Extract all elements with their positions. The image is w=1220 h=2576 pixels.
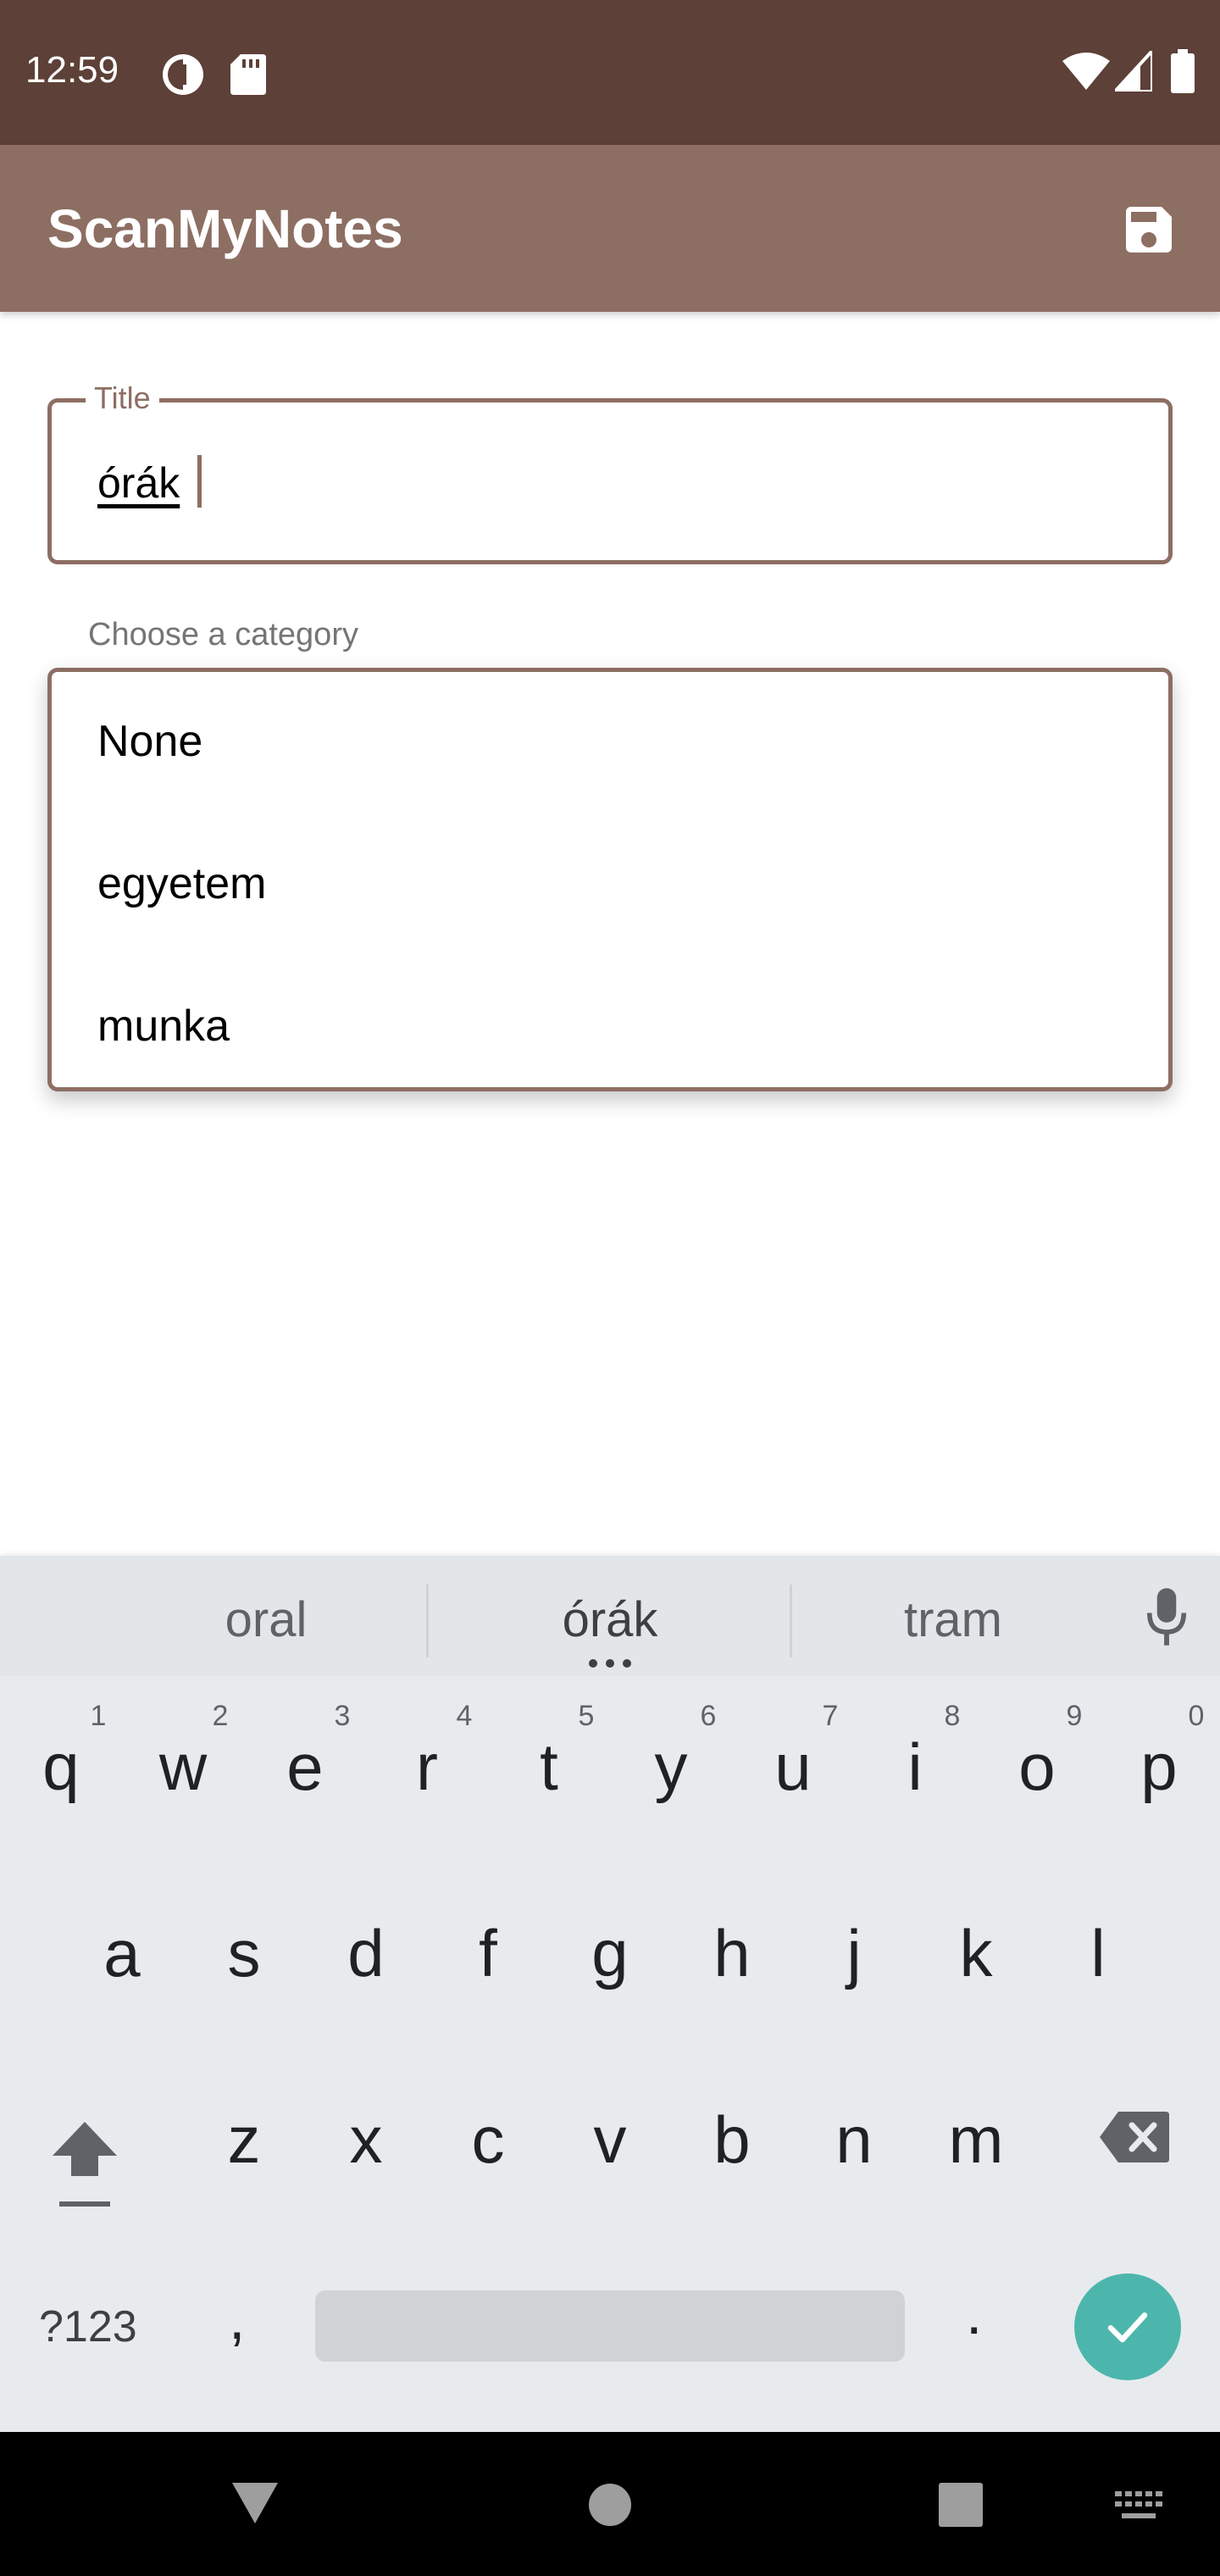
title-input[interactable]: órák <box>97 458 180 508</box>
status-time: 12:59 <box>25 49 119 91</box>
key-hint: 1 <box>90 1700 107 1732</box>
title-field-label: Title <box>86 380 159 416</box>
keyboard-switch-icon[interactable] <box>1115 2491 1162 2522</box>
key-s[interactable]: s <box>228 1915 261 1992</box>
key-hint: 8 <box>944 1700 961 1732</box>
key-a[interactable]: a <box>103 1915 140 1992</box>
symbols-key[interactable]: ?123 <box>39 2301 137 2352</box>
enter-button[interactable] <box>1074 2273 1181 2380</box>
period-key[interactable]: . <box>966 2279 982 2347</box>
suggestion-divider <box>426 1585 429 1657</box>
key-z[interactable]: z <box>228 2101 261 2179</box>
key-p[interactable]: p <box>1140 1729 1177 1806</box>
category-option-egyetem[interactable]: egyetem <box>97 858 266 909</box>
navigation-bar <box>0 2432 1220 2576</box>
suggestion-1[interactable]: oral <box>225 1591 308 1648</box>
shift-icon[interactable] <box>49 2117 120 2210</box>
key-v[interactable]: v <box>594 2101 627 2179</box>
key-w[interactable]: w <box>159 1729 207 1806</box>
title-field[interactable]: Title órák <box>47 380 1173 564</box>
data-saver-icon <box>163 54 203 95</box>
title-input-text: órák <box>97 459 180 507</box>
suggestion-strip: oral órák tram <box>0 1556 1220 1676</box>
app-bar: ScanMyNotes <box>0 145 1220 312</box>
key-e[interactable]: e <box>286 1729 323 1806</box>
microphone-icon[interactable] <box>1144 1586 1190 1647</box>
key-i[interactable]: i <box>907 1729 922 1806</box>
checkmark-icon <box>1107 2312 1148 2343</box>
suggestion-2[interactable]: órák <box>563 1591 658 1648</box>
category-option-none[interactable]: None <box>97 716 202 767</box>
key-g[interactable]: g <box>591 1915 628 1992</box>
key-hint: 7 <box>822 1700 839 1732</box>
key-f[interactable]: f <box>479 1915 497 1992</box>
more-suggestions-icon[interactable] <box>586 1657 634 1669</box>
key-t[interactable]: t <box>540 1729 558 1806</box>
category-dropdown: None egyetem munka <box>47 668 1173 1091</box>
sd-card-icon <box>230 54 266 95</box>
suggestion-divider <box>790 1585 792 1657</box>
key-y[interactable]: y <box>655 1729 688 1806</box>
comma-key[interactable]: , <box>229 2285 245 2352</box>
key-x[interactable]: x <box>350 2101 383 2179</box>
wifi-icon <box>1062 53 1110 90</box>
key-b[interactable]: b <box>713 2101 750 2179</box>
recents-icon[interactable] <box>939 2483 983 2527</box>
text-cursor <box>197 455 202 508</box>
save-icon[interactable] <box>1118 199 1179 260</box>
key-n[interactable]: n <box>835 2101 872 2179</box>
app-title: ScanMyNotes <box>47 198 403 259</box>
key-r[interactable]: r <box>416 1729 438 1806</box>
key-hint: 9 <box>1066 1700 1083 1732</box>
backspace-icon[interactable] <box>1098 2110 1171 2164</box>
space-bar[interactable] <box>315 2290 905 2362</box>
key-hint: 2 <box>212 1700 229 1732</box>
category-label: Choose a category <box>88 617 358 652</box>
home-icon[interactable] <box>588 2483 632 2527</box>
battery-icon <box>1171 49 1195 93</box>
key-o[interactable]: o <box>1018 1729 1055 1806</box>
key-hint: 0 <box>1188 1700 1205 1732</box>
suggestion-3[interactable]: tram <box>904 1591 1002 1648</box>
back-icon[interactable] <box>230 2481 280 2525</box>
key-hint: 3 <box>334 1700 351 1732</box>
key-q[interactable]: q <box>42 1729 79 1806</box>
signal-icon <box>1115 51 1152 92</box>
key-l[interactable]: l <box>1090 1915 1105 1992</box>
key-h[interactable]: h <box>713 1915 750 1992</box>
key-k[interactable]: k <box>960 1915 993 1992</box>
key-hint: 6 <box>700 1700 717 1732</box>
category-option-munka[interactable]: munka <box>97 1001 230 1052</box>
key-j[interactable]: j <box>846 1915 861 1992</box>
status-bar: 12:59 <box>0 0 1220 145</box>
key-u[interactable]: u <box>774 1729 811 1806</box>
key-hint: 4 <box>456 1700 473 1732</box>
key-d[interactable]: d <box>347 1915 384 1992</box>
key-c[interactable]: c <box>472 2101 505 2179</box>
key-hint: 5 <box>578 1700 595 1732</box>
key-m[interactable]: m <box>949 2101 1004 2179</box>
